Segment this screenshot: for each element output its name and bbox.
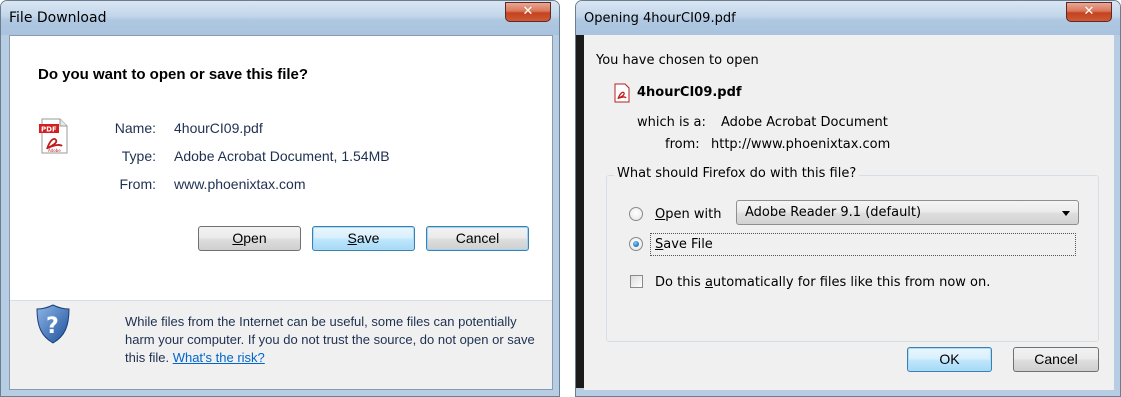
auto-text: utomatically for files like this from no… <box>712 275 991 290</box>
auto-checkbox[interactable] <box>630 275 643 288</box>
save-file-text: ave File <box>663 237 713 252</box>
dialog-title: Opening 4hourCI09.pdf <box>584 11 736 26</box>
auto-label[interactable]: Do this automatically for files like thi… <box>655 275 990 290</box>
dialog-title: File Download <box>9 10 107 26</box>
file-download-dialog: File Download ✕ Do you want to open or s… <box>0 0 560 397</box>
open-button[interactable]: Open <box>198 226 301 251</box>
pdf-file-icon <box>614 83 630 103</box>
name-value: 4hourCI09.pdf <box>174 120 263 136</box>
application-select[interactable]: Adobe Reader 9.1 (default) <box>736 200 1079 225</box>
firefox-open-dialog: Opening 4hourCI09.pdf ✕ You have chosen … <box>575 0 1121 397</box>
dialog-question: Do you want to open or save this file? <box>38 66 309 83</box>
open-with-mnemonic: O <box>655 207 666 222</box>
window-frame <box>576 35 584 396</box>
open-with-label[interactable]: Open with <box>655 207 721 222</box>
cancel-label: Cancel <box>1034 351 1078 367</box>
close-button[interactable]: ✕ <box>505 2 551 22</box>
open-with-text: pen with <box>665 207 722 222</box>
ok-button[interactable]: OK <box>907 347 992 372</box>
title-bar[interactable]: File Download ✕ <box>1 1 559 35</box>
type-label: Type: <box>121 148 156 164</box>
close-button[interactable]: ✕ <box>1066 2 1112 22</box>
whats-the-risk-link[interactable]: What's the risk? <box>173 350 265 365</box>
which-is-value: Adobe Acrobat Document <box>721 115 888 130</box>
from-value: http://www.phoenixtax.com <box>711 137 891 152</box>
chevron-down-icon <box>1062 211 1070 216</box>
close-icon: ✕ <box>522 4 534 19</box>
save-mnemonic: S <box>347 230 357 246</box>
title-bar[interactable]: Opening 4hourCI09.pdf ✕ <box>576 1 1120 35</box>
window-frame <box>1 35 9 396</box>
chosen-text: You have chosen to open <box>596 53 759 68</box>
open-mnemonic: O <box>232 230 244 246</box>
which-is-label: which is a: <box>637 115 706 130</box>
shield-question-icon: ? <box>36 304 70 344</box>
name-label: Name: <box>114 120 156 136</box>
pdf-file-icon: PDF Adobe <box>39 118 68 154</box>
cancel-label: Cancel <box>455 230 500 246</box>
close-icon: ✕ <box>1083 4 1095 19</box>
svg-text:Adobe: Adobe <box>48 148 61 153</box>
save-label: ave <box>356 230 380 246</box>
cancel-button[interactable]: Cancel <box>1013 347 1099 372</box>
selected-application: Adobe Reader 9.1 (default) <box>745 205 922 220</box>
dialog-content: You have chosen to open 4hourCI09.pdf wh… <box>584 35 1114 390</box>
from-label: from: <box>665 137 700 152</box>
svg-text:PDF: PDF <box>41 126 57 134</box>
save-file-label[interactable]: Save File <box>655 237 713 252</box>
save-file-radio[interactable] <box>629 237 643 251</box>
cancel-button[interactable]: Cancel <box>426 226 529 251</box>
file-name: 4hourCI09.pdf <box>637 85 742 100</box>
type-value: Adobe Acrobat Document, 1.54MB <box>174 148 390 164</box>
warning-text: While files from the Internet can be use… <box>125 313 539 367</box>
open-with-radio[interactable] <box>629 207 643 221</box>
group-label: What should Firefox do with this file? <box>614 166 860 181</box>
save-button[interactable]: Save <box>312 226 415 251</box>
auto-text-prefix: Do this <box>655 275 705 290</box>
auto-mnemonic: a <box>704 275 713 290</box>
open-label: pen <box>243 230 267 246</box>
svg-text:?: ? <box>46 314 59 339</box>
from-label: From: <box>119 176 156 192</box>
focus-indicator <box>650 233 1076 256</box>
ok-label: OK <box>939 351 960 367</box>
from-value: www.phoenixtax.com <box>174 176 306 192</box>
